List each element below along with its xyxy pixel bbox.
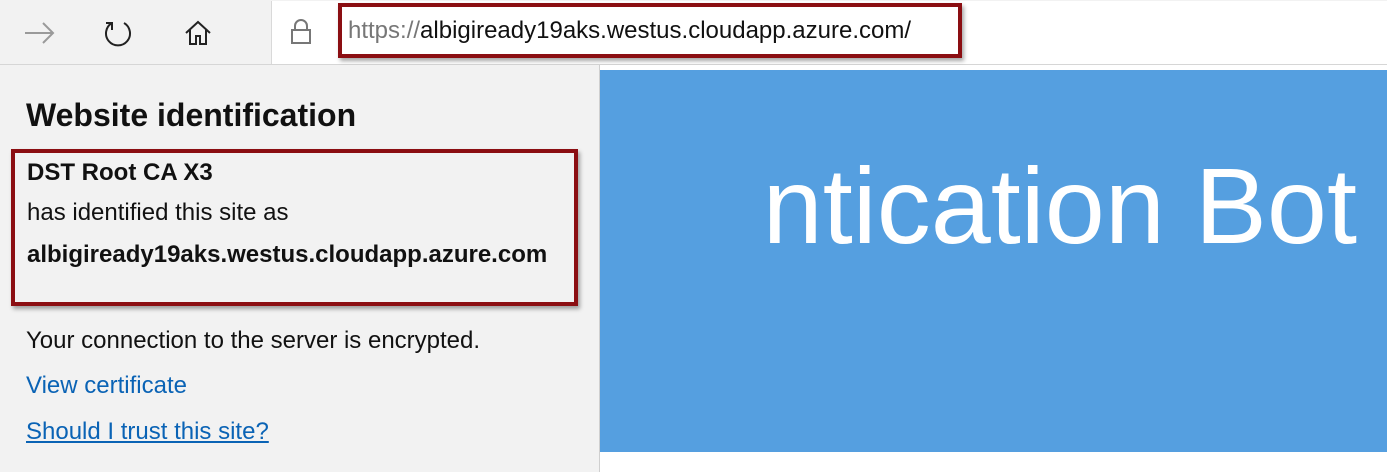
connection-status: Your connection to the server is encrypt…	[26, 327, 481, 354]
url-scheme: https://	[348, 16, 421, 44]
address-bar[interactable]: https://albigiready19aks.westus.cloudapp…	[271, 1, 1387, 64]
website-identification-flyout: Website identification DST Root CA X3 ha…	[0, 65, 600, 472]
banner-heading: ntication Bot	[762, 145, 1357, 266]
certificate-authority-name: DST Root CA X3	[27, 159, 213, 186]
trust-site-link[interactable]: Should I trust this site?	[26, 418, 269, 446]
site-info-button[interactable]	[286, 18, 316, 50]
lock-icon	[290, 18, 312, 50]
forward-button[interactable]	[16, 8, 64, 58]
hero-banner: ntication Bot	[600, 70, 1387, 452]
refresh-button[interactable]	[94, 8, 142, 58]
view-certificate-link[interactable]: View certificate	[26, 372, 187, 400]
url-text[interactable]: https://albigiready19aks.westus.cloudapp…	[338, 3, 962, 58]
browser-toolbar: https://albigiready19aks.westus.cloudapp…	[0, 0, 1387, 65]
identified-host: albigiready19aks.westus.cloudapp.azure.c…	[27, 241, 548, 268]
flyout-title: Website identification	[26, 97, 357, 133]
home-icon	[183, 18, 213, 48]
identified-text: has identified this site as	[27, 199, 289, 226]
identification-highlight: DST Root CA X3 has identified this site …	[11, 149, 578, 306]
home-button[interactable]	[174, 8, 222, 58]
forward-arrow-icon	[23, 21, 57, 45]
refresh-icon	[103, 18, 133, 48]
page-content: ntication Bot	[600, 65, 1387, 472]
url-host: albigiready19aks.westus.cloudapp.azure.c…	[420, 16, 911, 44]
